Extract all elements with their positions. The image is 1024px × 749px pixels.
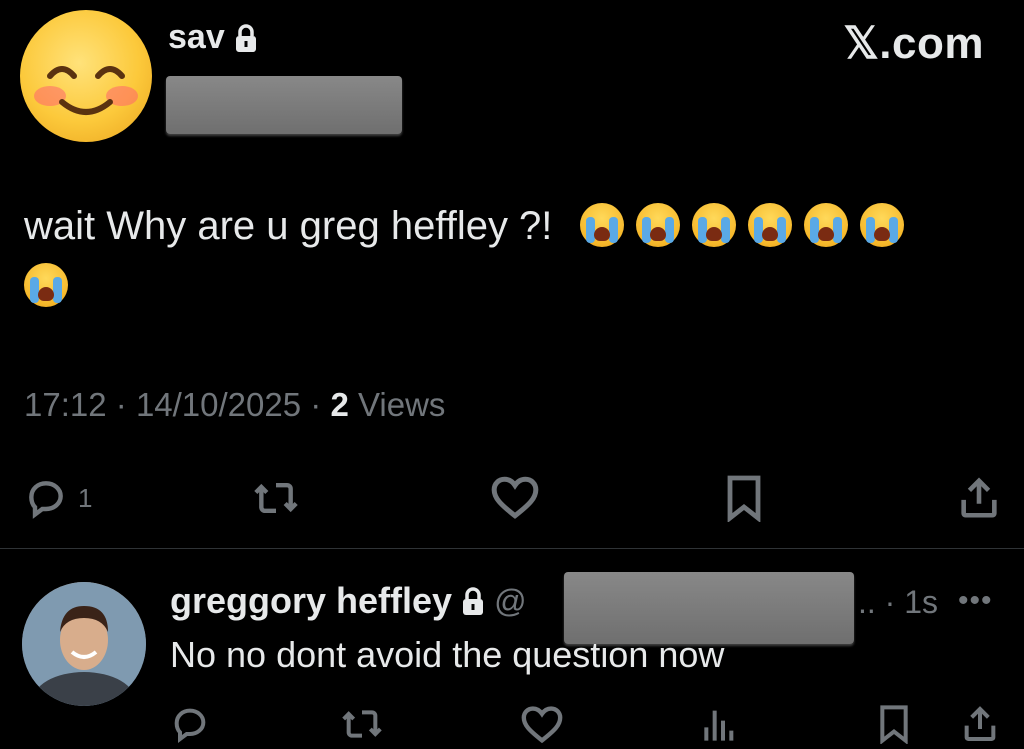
reply-count: 1: [78, 482, 93, 513]
views-count: 2: [330, 386, 349, 423]
reply-handle-suffix: ..: [858, 584, 876, 620]
reply-icon: [29, 481, 63, 519]
meta-separator: ·: [310, 386, 322, 423]
tweet-meta: 17:12 · 14/10/2025 · 2 Views: [24, 386, 445, 424]
meta-separator: ·: [115, 386, 127, 423]
tweet-text: wait Why are u greg heffley ?!: [24, 204, 553, 248]
crying-emoji-icon: [24, 263, 68, 307]
reply-avatar[interactable]: [22, 582, 146, 706]
divider: [0, 548, 1024, 549]
tweet-body: wait Why are u greg heffley ?!: [24, 196, 1009, 316]
share-button[interactable]: [956, 474, 1002, 527]
tweet-time[interactable]: 17:12: [24, 386, 107, 423]
reply-retweet-button[interactable]: [340, 704, 384, 749]
reply-button[interactable]: 1: [24, 476, 92, 520]
smiling-emoji-icon: [34, 66, 138, 115]
crying-emoji-icon: [691, 203, 736, 247]
author-avatar[interactable]: [20, 10, 152, 142]
reply-icon: [174, 708, 206, 743]
lock-icon: [235, 23, 256, 52]
crying-emoji-icon: [579, 203, 624, 247]
reply-time: · 1s: [884, 584, 939, 620]
like-button[interactable]: [490, 474, 540, 525]
reply-reply-button[interactable]: [170, 704, 210, 749]
reply-bookmark-button[interactable]: [874, 704, 914, 749]
views-icon: [704, 710, 734, 741]
share-icon: [964, 706, 996, 741]
reply-author-name[interactable]: greggory heffley: [170, 580, 452, 622]
avatar-photo: [22, 582, 146, 706]
author-name[interactable]: sav: [168, 18, 259, 57]
reply-share-button[interactable]: [960, 704, 1000, 749]
author-username[interactable]: sav: [168, 18, 225, 57]
redacted-handle: [166, 76, 402, 134]
crying-emoji-icon: [635, 203, 680, 247]
share-icon: [961, 477, 997, 518]
tweet-date[interactable]: 14/10/2025: [136, 386, 301, 423]
retweet-button[interactable]: [252, 476, 300, 525]
bookmark-button[interactable]: [722, 474, 766, 527]
heart-icon: [491, 476, 539, 519]
redacted-reply-handle: [564, 572, 854, 644]
retweet-icon: [254, 482, 298, 514]
reply-like-button[interactable]: [520, 704, 564, 749]
crying-emoji-icon: [859, 203, 904, 247]
reply-views-button[interactable]: [698, 704, 738, 749]
bookmark-icon: [727, 475, 761, 523]
reply-author[interactable]: greggory heffley @: [170, 580, 527, 622]
views-label: Views: [357, 386, 446, 423]
more-options-button[interactable]: •••: [958, 584, 993, 618]
reply-timestamp[interactable]: .. · 1s: [858, 584, 938, 621]
brand-watermark: 𝕏.com: [843, 19, 984, 68]
lock-icon: [463, 587, 484, 615]
reply-handle-prefix: @: [494, 582, 527, 619]
retweet-icon: [342, 710, 382, 738]
bookmark-icon: [880, 705, 908, 745]
crying-emoji-icon: [803, 203, 848, 247]
crying-emoji-icon: [747, 203, 792, 247]
heart-icon: [521, 706, 563, 744]
